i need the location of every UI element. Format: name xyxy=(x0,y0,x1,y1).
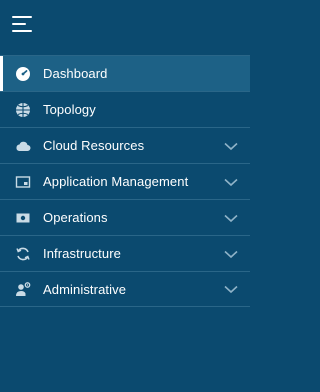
sidebar-item-application-management[interactable]: Application Management xyxy=(0,163,250,199)
operations-icon xyxy=(15,210,31,226)
sidebar-item-operations[interactable]: Operations xyxy=(0,199,250,235)
sidebar-item-label: Topology xyxy=(43,102,96,117)
sidebar-item-infrastructure[interactable]: Infrastructure xyxy=(0,235,250,271)
topology-globe-icon xyxy=(15,102,31,118)
chevron-down-icon[interactable] xyxy=(224,214,238,223)
sidebar-item-topology[interactable]: Topology xyxy=(0,91,250,127)
sidebar-item-label: Dashboard xyxy=(43,66,108,81)
chevron-down-icon[interactable] xyxy=(224,250,238,259)
application-window-icon xyxy=(15,174,31,190)
refresh-cycle-icon xyxy=(15,246,31,262)
admin-user-gear-icon xyxy=(15,281,31,297)
sidebar-item-label: Infrastructure xyxy=(43,246,121,261)
sidebar-header xyxy=(0,0,250,55)
sidebar-item-label: Cloud Resources xyxy=(43,138,145,153)
sidebar-item-label: Administrative xyxy=(43,281,127,297)
dashboard-gauge-icon xyxy=(15,66,31,82)
sidebar-item-label: Operations xyxy=(43,210,108,225)
sidebar-item-cloud-resources[interactable]: Cloud Resources xyxy=(0,127,250,163)
chevron-down-icon[interactable] xyxy=(224,178,238,187)
chevron-down-icon[interactable] xyxy=(224,285,238,294)
sidebar: Dashboard Topology Cloud Resources Appli… xyxy=(0,0,250,392)
hamburger-menu-icon[interactable] xyxy=(12,16,34,36)
sidebar-item-administrative[interactable]: Administrative xyxy=(0,271,250,307)
sidebar-item-dashboard[interactable]: Dashboard xyxy=(0,55,250,91)
chevron-down-icon[interactable] xyxy=(224,142,238,151)
sidebar-nav: Dashboard Topology Cloud Resources Appli… xyxy=(0,55,250,307)
cloud-icon xyxy=(15,138,31,154)
sidebar-item-label: Application Management xyxy=(43,174,189,189)
